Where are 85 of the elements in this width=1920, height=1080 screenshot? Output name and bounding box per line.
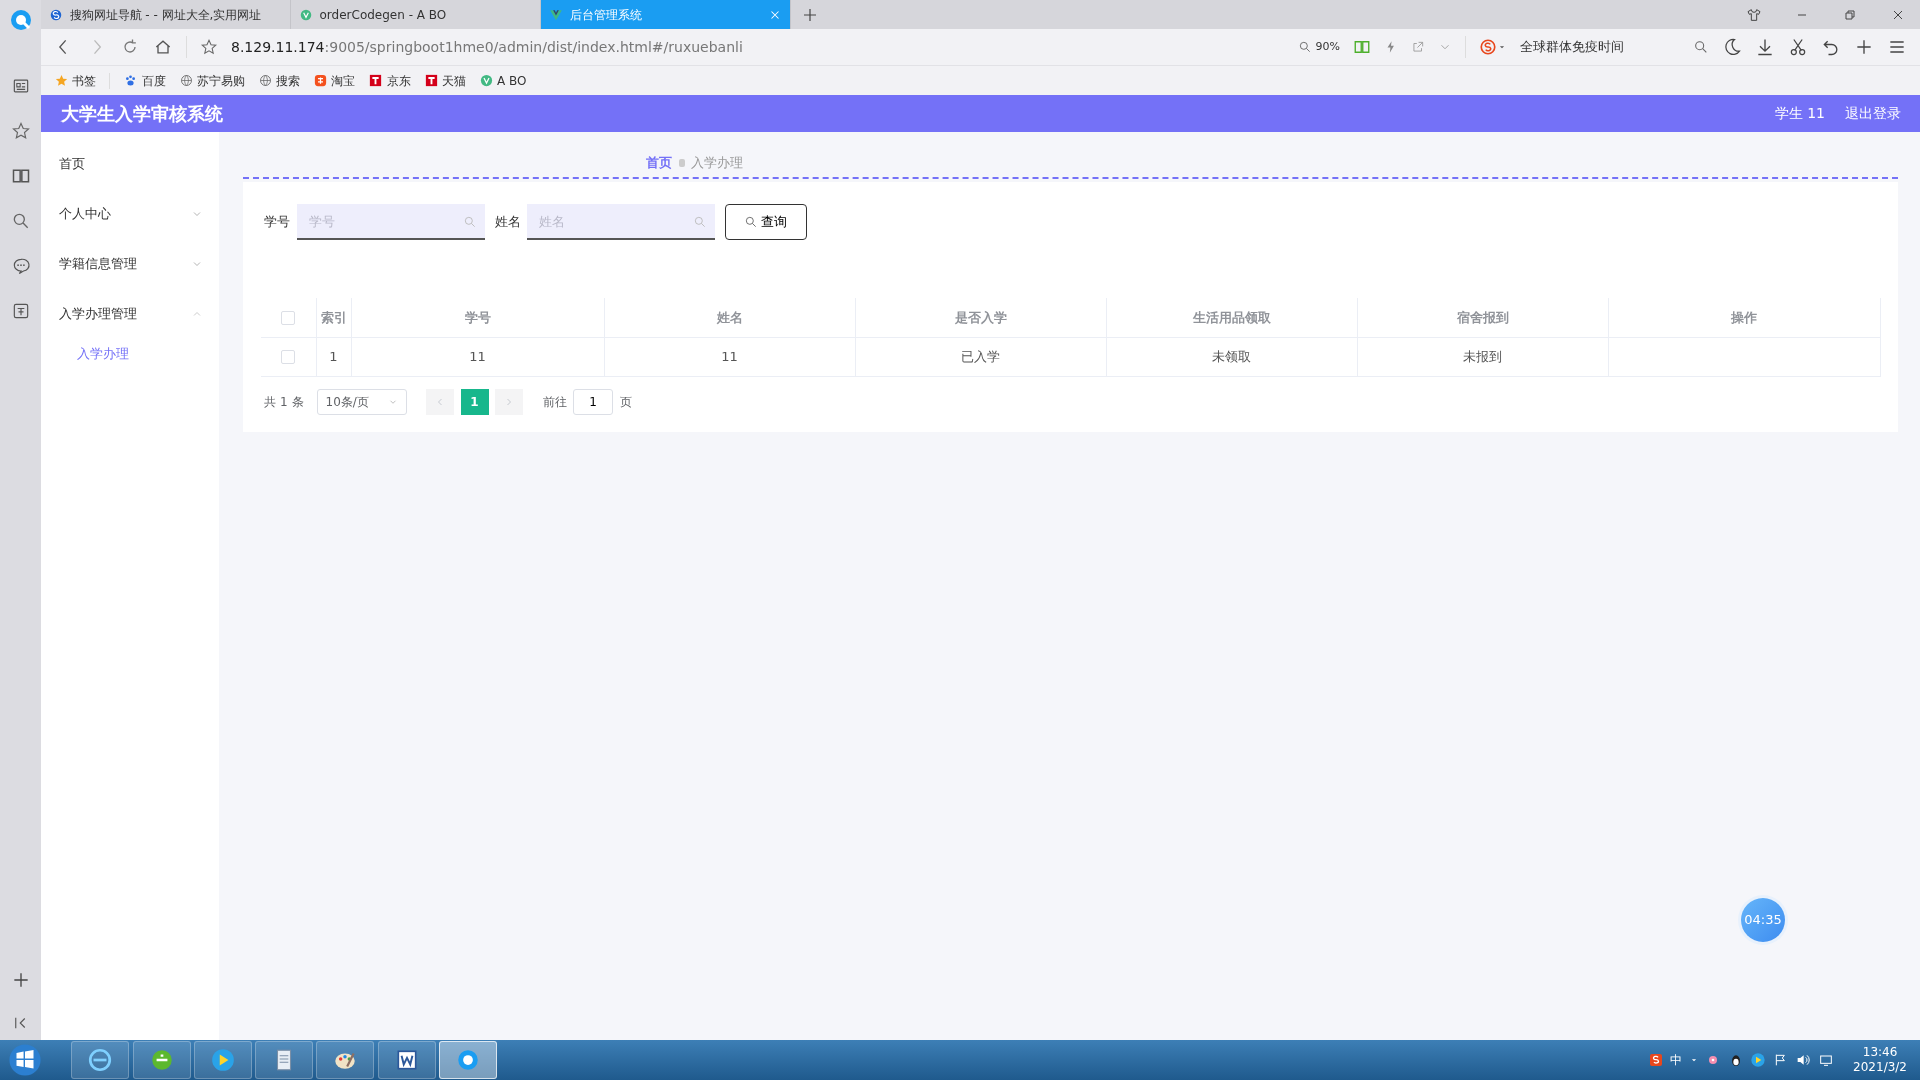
s-logo-icon xyxy=(1479,38,1497,56)
ime-indicator[interactable]: 中 xyxy=(1670,1052,1683,1068)
page-size-select[interactable]: 10条/页 xyxy=(316,389,407,415)
play-icon[interactable] xyxy=(1750,1052,1767,1068)
user-name: 学生 11 xyxy=(1774,104,1825,123)
taskbar-button[interactable] xyxy=(377,1041,436,1079)
taskbar-button[interactable] xyxy=(255,1041,313,1079)
breadcrumb-separator-icon xyxy=(678,159,685,167)
start-icon[interactable] xyxy=(8,1043,42,1077)
sidebar-item[interactable]: 入学办理 xyxy=(41,338,219,369)
column-header: 生活用品领取 xyxy=(1106,298,1357,337)
column-header: 宿舍报到 xyxy=(1357,298,1608,337)
table-cell: 11 xyxy=(604,337,855,376)
v-logo-icon xyxy=(478,73,494,88)
search-icon xyxy=(693,215,707,229)
v-logo-icon xyxy=(549,7,563,22)
column-header: 学号 xyxy=(351,298,604,337)
moon-icon[interactable] xyxy=(1722,37,1742,57)
search-icon xyxy=(744,215,759,229)
logout-link[interactable]: 退出登录 xyxy=(1844,103,1901,124)
column-header: 操作 xyxy=(1608,298,1880,337)
filter-label: 学号 xyxy=(264,213,291,232)
ime-icon[interactable] xyxy=(1647,1052,1664,1068)
table-cell: 未报到 xyxy=(1357,337,1608,376)
search-engine-button[interactable] xyxy=(1479,38,1507,56)
star-icon xyxy=(54,73,69,88)
bookmark-star-icon[interactable] xyxy=(200,38,218,56)
table-cell: 1 xyxy=(316,337,351,376)
play-icon xyxy=(209,1047,236,1073)
timer-bubble: 04:35 xyxy=(1741,898,1785,942)
add-icon[interactable] xyxy=(1854,37,1874,57)
t-logo-icon xyxy=(423,73,439,88)
checkbox[interactable] xyxy=(281,350,296,365)
column-header: 索引 xyxy=(316,298,351,337)
bookmark-link[interactable]: 百度 xyxy=(123,71,166,90)
s-logo-icon xyxy=(49,7,63,22)
query-button[interactable]: 查询 xyxy=(724,204,807,240)
goto-label: 前往 xyxy=(542,394,567,411)
taskbar-button[interactable] xyxy=(316,1041,375,1079)
reader-icon[interactable] xyxy=(1353,38,1371,56)
sidebar-item[interactable]: 个人中心 xyxy=(41,188,219,239)
browser-logo-icon[interactable] xyxy=(8,8,33,32)
download-icon[interactable] xyxy=(1755,37,1775,57)
reading-icon[interactable] xyxy=(10,166,31,186)
table-cell: 已入学 xyxy=(855,337,1106,376)
search-field[interactable]: 全球群体免疫时间 xyxy=(1520,37,1680,57)
scissors-icon[interactable] xyxy=(1788,37,1808,57)
bookmark-link[interactable]: 书签 xyxy=(54,71,97,90)
sidebar-item[interactable]: 入学办理管理 xyxy=(41,288,219,339)
volume-icon[interactable] xyxy=(1795,1052,1812,1068)
clock-date[interactable]: 2021/3/2 xyxy=(1853,1060,1907,1075)
zoom-icon xyxy=(1298,40,1313,54)
app-title: 大学生入学审核系统 xyxy=(60,102,223,126)
search-icon xyxy=(462,215,477,229)
column-header: 姓名 xyxy=(604,298,855,337)
table-cell: 未领取 xyxy=(1106,337,1357,376)
sidebar-item[interactable]: 首页 xyxy=(41,138,219,189)
bookmark-link[interactable]: 苏宁易购 xyxy=(178,71,245,90)
network-icon[interactable] xyxy=(1817,1052,1834,1068)
favorites-icon[interactable] xyxy=(10,121,31,141)
t-logo-icon xyxy=(368,73,384,88)
bookmark-link[interactable]: 天猫 xyxy=(423,71,466,90)
column-header: 是否入学 xyxy=(855,298,1106,337)
bookmark-link[interactable]: 搜索 xyxy=(257,71,300,90)
tao-logo-icon xyxy=(313,73,328,88)
taskbar-button[interactable] xyxy=(71,1041,130,1079)
table-cell: 11 xyxy=(351,337,604,376)
bookmark-link[interactable]: A BO xyxy=(478,71,527,90)
v-logo-icon xyxy=(299,7,313,22)
total-count: 共 1 条 xyxy=(264,394,304,411)
skin-icon[interactable] xyxy=(1746,6,1762,23)
bookmark-link[interactable]: 京东 xyxy=(368,71,411,90)
search-icon[interactable] xyxy=(1693,39,1709,55)
bookmark-link[interactable]: 淘宝 xyxy=(313,71,356,90)
breadcrumb-link[interactable]: 首页 xyxy=(646,153,672,173)
taskbar-button[interactable] xyxy=(438,1041,497,1079)
zoom-button[interactable]: 90% xyxy=(1298,38,1340,56)
filter-label: 姓名 xyxy=(494,213,521,232)
sidebar-item[interactable]: 学籍信息管理 xyxy=(41,238,219,289)
page-input[interactable]: 1 xyxy=(573,389,613,415)
share-icon[interactable] xyxy=(1411,40,1425,54)
checkbox[interactable] xyxy=(281,311,296,325)
page-suffix: 页 xyxy=(619,394,632,411)
address-field[interactable]: 8.129.11.174:9005/springboot1hme0/admin/dist/index.html#/ruxuebanli xyxy=(231,36,743,58)
clock-time[interactable]: 13:46 xyxy=(1853,1045,1907,1060)
